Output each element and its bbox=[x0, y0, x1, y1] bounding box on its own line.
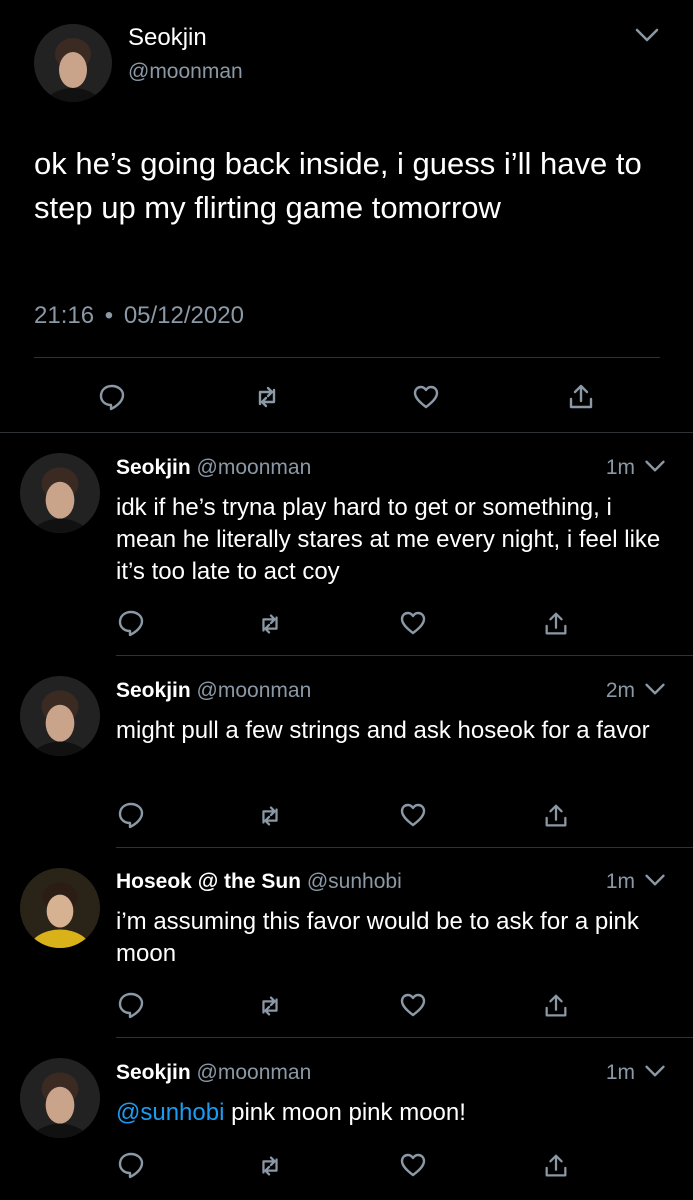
reply-header[interactable]: Seokjin @moonman bbox=[116, 679, 311, 703]
user-handle[interactable]: @moonman bbox=[197, 1061, 312, 1084]
display-name[interactable]: Hoseok @ the Sun bbox=[116, 870, 301, 893]
reply-time: 2m bbox=[605, 679, 635, 702]
chevron-down-icon[interactable] bbox=[644, 681, 666, 697]
tweet-date: 05/12/2020 bbox=[123, 302, 244, 329]
divider bbox=[34, 357, 660, 358]
avatar[interactable] bbox=[20, 453, 100, 533]
tweet-timestamp: 21:16 • 05/12/2020 bbox=[34, 302, 244, 330]
like-icon[interactable] bbox=[398, 608, 428, 638]
display-name[interactable]: Seokjin bbox=[116, 456, 191, 479]
avatar[interactable] bbox=[34, 24, 112, 102]
share-icon[interactable] bbox=[542, 1152, 570, 1180]
chevron-down-icon[interactable] bbox=[644, 872, 666, 888]
display-name[interactable]: Seokjin bbox=[116, 679, 191, 702]
avatar[interactable] bbox=[20, 1058, 100, 1138]
reply-icon[interactable] bbox=[116, 1150, 146, 1180]
user-handle[interactable]: @moonman bbox=[197, 679, 312, 702]
reply-text-body: pink moon pink moon! bbox=[224, 1099, 466, 1126]
like-icon[interactable] bbox=[398, 1150, 428, 1180]
reply-header[interactable]: Hoseok @ the Sun @sunhobi bbox=[116, 870, 402, 894]
display-name[interactable]: Seokjin bbox=[128, 24, 207, 52]
share-icon[interactable] bbox=[542, 992, 570, 1020]
like-icon[interactable] bbox=[398, 800, 428, 830]
reply-icon[interactable] bbox=[116, 990, 146, 1020]
reply-text: i’m assuming this favor would be to ask … bbox=[116, 908, 639, 967]
chevron-down-icon[interactable] bbox=[644, 1063, 666, 1079]
reply-icon[interactable] bbox=[116, 608, 146, 638]
divider bbox=[116, 655, 693, 656]
chevron-down-icon[interactable] bbox=[644, 458, 666, 474]
share-icon[interactable] bbox=[566, 382, 596, 412]
user-handle[interactable]: @moonman bbox=[128, 60, 243, 84]
like-icon[interactable] bbox=[398, 990, 428, 1020]
share-icon[interactable] bbox=[542, 610, 570, 638]
divider bbox=[116, 1037, 693, 1038]
reply-icon[interactable] bbox=[97, 382, 127, 412]
retweet-icon[interactable] bbox=[256, 1152, 284, 1180]
tweet-time: 21:16 bbox=[34, 302, 95, 329]
tweet-text: ok he’s going back inside, i guess i’ll … bbox=[34, 146, 642, 225]
reply-text: @sunhobi pink moon pink moon! bbox=[116, 1097, 676, 1129]
avatar[interactable] bbox=[20, 868, 100, 948]
reply-header[interactable]: Seokjin @moonman bbox=[116, 456, 311, 480]
display-name[interactable]: Seokjin bbox=[116, 1061, 191, 1084]
share-icon[interactable] bbox=[542, 802, 570, 830]
divider bbox=[116, 847, 693, 848]
reply-icon[interactable] bbox=[116, 800, 146, 830]
chevron-down-icon[interactable] bbox=[634, 26, 660, 44]
reply-text: might pull a few strings and ask hoseok … bbox=[116, 717, 650, 744]
retweet-icon[interactable] bbox=[256, 610, 284, 638]
retweet-icon[interactable] bbox=[256, 992, 284, 1020]
user-handle[interactable]: @sunhobi bbox=[307, 870, 402, 893]
reply-time: 1m bbox=[605, 456, 635, 479]
reply-time: 1m bbox=[605, 1061, 635, 1084]
avatar[interactable] bbox=[20, 676, 100, 756]
like-icon[interactable] bbox=[411, 382, 441, 412]
divider bbox=[0, 432, 693, 433]
reply-header[interactable]: Seokjin @moonman bbox=[116, 1061, 311, 1085]
retweet-icon[interactable] bbox=[256, 802, 284, 830]
mention-link[interactable]: @sunhobi bbox=[116, 1099, 224, 1126]
reply-text: idk if he’s tryna play hard to get or so… bbox=[116, 494, 661, 585]
reply-time: 1m bbox=[605, 870, 635, 893]
user-handle[interactable]: @moonman bbox=[197, 456, 312, 479]
meta-separator: • bbox=[104, 302, 114, 329]
retweet-icon[interactable] bbox=[252, 382, 282, 412]
